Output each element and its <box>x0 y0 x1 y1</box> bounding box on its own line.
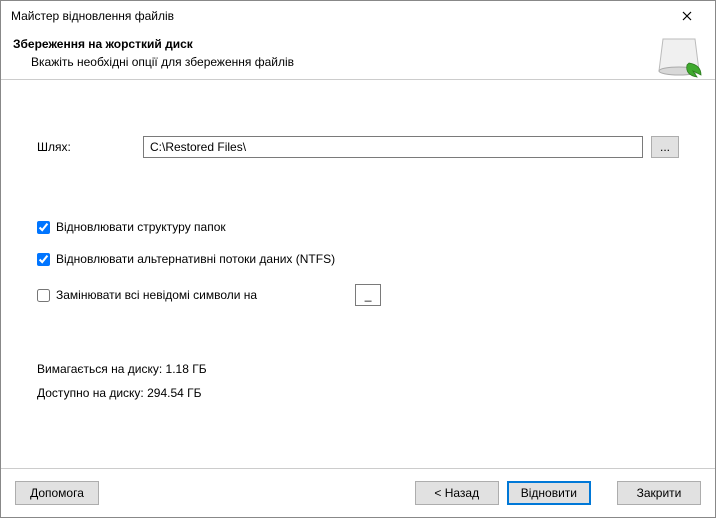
close-button[interactable]: Закрити <box>617 481 701 505</box>
option-restore-streams: Відновлювати альтернативні потоки даних … <box>37 252 679 266</box>
hard-drive-icon <box>657 35 705 82</box>
restore-structure-checkbox[interactable] <box>37 221 50 234</box>
restore-button[interactable]: Відновити <box>507 481 591 505</box>
restore-streams-checkbox[interactable] <box>37 253 50 266</box>
path-label: Шлях: <box>37 140 135 154</box>
back-button[interactable]: < Назад <box>415 481 499 505</box>
titlebar: Майстер відновлення файлів <box>1 1 715 31</box>
path-input[interactable] <box>143 136 643 158</box>
page-title: Збереження на жорсткий диск <box>13 37 703 51</box>
path-row: Шлях: ... <box>37 136 679 158</box>
available-space: Доступно на диску: 294.54 ГБ <box>37 386 679 400</box>
window-title: Майстер відновлення файлів <box>11 9 174 23</box>
option-replace-unknown: Замінювати всі невідомі символи на <box>37 284 679 306</box>
close-icon[interactable] <box>669 5 705 27</box>
footer: Допомога < Назад Відновити Закрити <box>1 468 715 517</box>
restore-structure-label[interactable]: Відновлювати структуру папок <box>56 220 226 234</box>
page-subtitle: Вкажіть необхідні опції для збереження ф… <box>31 55 703 69</box>
options-group: Відновлювати структуру папок Відновлюват… <box>37 220 679 306</box>
replace-symbol-input[interactable] <box>355 284 381 306</box>
option-restore-structure: Відновлювати структуру папок <box>37 220 679 234</box>
replace-unknown-checkbox[interactable] <box>37 289 50 302</box>
disk-stats: Вимагається на диску: 1.18 ГБ Доступно н… <box>37 362 679 400</box>
help-button[interactable]: Допомога <box>15 481 99 505</box>
wizard-header: Збереження на жорсткий диск Вкажіть необ… <box>1 31 715 80</box>
restore-streams-label[interactable]: Відновлювати альтернативні потоки даних … <box>56 252 335 266</box>
replace-unknown-label[interactable]: Замінювати всі невідомі символи на <box>56 288 257 302</box>
browse-button[interactable]: ... <box>651 136 679 158</box>
content-area: Шлях: ... Відновлювати структуру папок В… <box>1 80 715 468</box>
required-space: Вимагається на диску: 1.18 ГБ <box>37 362 679 376</box>
